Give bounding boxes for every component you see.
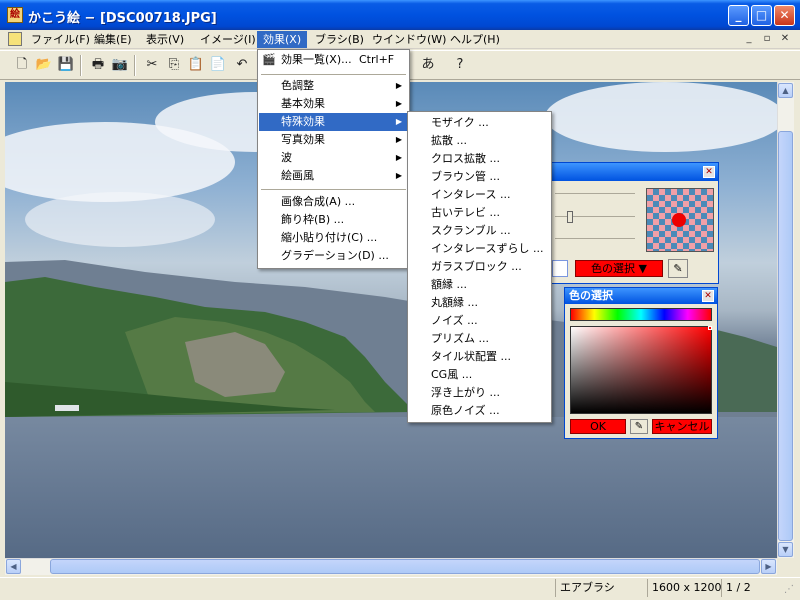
menu-brush[interactable]: ブラシ(B) <box>309 31 370 48</box>
maximize-button[interactable]: □ <box>751 5 772 26</box>
submenu-item-diffuse[interactable]: 拡散 ... <box>409 132 550 150</box>
menu-window[interactable]: ウインドウ(W) <box>366 31 452 48</box>
camera-icon[interactable]: 📷 <box>110 55 130 75</box>
cancel-button[interactable]: キャンセル <box>652 419 712 434</box>
menu-view[interactable]: 表示(V) <box>140 31 190 48</box>
menu-item-gradation[interactable]: グラデーション(D) ... <box>259 247 408 265</box>
status-page: 1 / 2 <box>721 579 781 597</box>
menu-separator <box>261 74 406 75</box>
submenu-arrow-icon: ▶ <box>395 153 402 162</box>
submenu-arrow-icon: ▶ <box>395 171 402 180</box>
slider-track[interactable] <box>555 193 635 194</box>
submenu-item-emboss[interactable]: 浮き上がり ... <box>409 384 550 402</box>
paste-new-icon[interactable]: 📄 <box>208 55 228 75</box>
slider-thumb[interactable] <box>567 211 573 223</box>
new-file-icon[interactable]: 🗋 <box>12 55 32 75</box>
menu-item-image-composite[interactable]: 画像合成(A) ... <box>259 193 408 211</box>
submenu-item-cg-style[interactable]: CG風 ... <box>409 366 550 384</box>
mdi-restore-icon[interactable]: ▫ <box>760 33 774 46</box>
menu-separator <box>261 189 406 190</box>
vertical-scroll-thumb[interactable] <box>778 131 793 541</box>
menu-item-color-adjust[interactable]: 色調整 ▶ <box>259 77 408 95</box>
color-picker-cursor[interactable] <box>708 326 712 330</box>
submenu-arrow-icon: ▶ <box>395 135 402 144</box>
submenu-item-frame[interactable]: 額縁 ... <box>409 276 550 294</box>
minimize-button[interactable]: _ <box>728 5 749 26</box>
color-swatch-box[interactable] <box>552 260 568 277</box>
color-eyedropper-icon[interactable]: ✎ <box>630 419 648 434</box>
submenu-item-scramble[interactable]: スクランブル ... <box>409 222 550 240</box>
scroll-up-icon[interactable]: ▲ <box>778 83 793 98</box>
menu-edit[interactable]: 編集(E) <box>88 31 138 48</box>
submenu-item-interlace[interactable]: インタレース ... <box>409 186 550 204</box>
menu-effects[interactable]: 効果(X) <box>257 31 308 48</box>
menu-help[interactable]: ヘルプ(H) <box>444 31 506 48</box>
submenu-item-primary-noise[interactable]: 原色ノイズ ... <box>409 402 550 420</box>
scroll-down-icon[interactable]: ▼ <box>778 542 793 557</box>
open-folder-icon[interactable]: 📂 <box>34 55 54 75</box>
submenu-item-noise[interactable]: ノイズ ... <box>409 312 550 330</box>
scroll-right-icon[interactable]: ▶ <box>761 559 776 574</box>
mdi-minimize-icon[interactable]: _ <box>742 33 756 46</box>
text-tool-icon[interactable]: あ <box>418 55 438 75</box>
menu-item-basic-effects[interactable]: 基本効果 ▶ <box>259 95 408 113</box>
menu-file[interactable]: ファイル(F) <box>25 31 96 48</box>
copy-icon[interactable]: ⎘ <box>164 55 184 75</box>
submenu-item-old-tv[interactable]: 古いテレビ ... <box>409 204 550 222</box>
color-select-dropdown[interactable]: 色の選択 ▼ <box>575 260 663 277</box>
submenu-item-tile[interactable]: タイル状配置 ... <box>409 348 550 366</box>
saturation-value-picker[interactable] <box>570 326 712 414</box>
paste-icon[interactable]: 📋 <box>186 55 206 75</box>
brush-dot <box>672 213 686 227</box>
slider-track[interactable] <box>555 238 635 239</box>
menu-image[interactable]: イメージ(I) <box>194 31 262 48</box>
submenu-arrow-icon: ▶ <box>395 81 402 90</box>
menu-item-shrink-paste[interactable]: 縮小貼り付け(C) ... <box>259 229 408 247</box>
submenu-arrow-icon: ▶ <box>395 117 402 126</box>
app-icon: 絵 <box>7 7 23 23</box>
color-dialog-title[interactable]: 色の選択 <box>565 288 717 304</box>
submenu-arrow-icon: ▶ <box>395 99 402 108</box>
ok-button[interactable]: OK <box>570 419 626 434</box>
submenu-item-crt[interactable]: ブラウン管 ... <box>409 168 550 186</box>
help-icon[interactable]: ? <box>450 55 470 75</box>
menu-item-frame[interactable]: 飾り枠(B) ... <box>259 211 408 229</box>
print-icon[interactable]: 🖶 <box>88 55 108 75</box>
toolbar-separator <box>134 55 136 76</box>
status-image-size: 1600 x 1200 <box>647 579 722 597</box>
submenu-item-mosaic[interactable]: モザイク ... <box>409 114 550 132</box>
toolbar-separator <box>80 55 82 76</box>
horizontal-scroll-thumb[interactable] <box>50 559 760 574</box>
status-brush: エアブラシ <box>555 579 647 597</box>
mdi-close-icon[interactable]: ✕ <box>778 33 792 46</box>
window-title: かこう絵 − [DSC00718.JPG] <box>28 11 217 26</box>
resize-grip-icon[interactable]: ⋰ <box>784 584 798 598</box>
submenu-item-round-frame[interactable]: 丸額縁 ... <box>409 294 550 312</box>
brush-palette-titlebar[interactable] <box>549 163 718 181</box>
document-icon[interactable] <box>8 32 22 46</box>
submenu-item-interlace-shift[interactable]: インタレースずらし ... <box>409 240 550 258</box>
hue-bar[interactable] <box>570 308 712 321</box>
cut-icon[interactable]: ✂ <box>142 55 162 75</box>
menu-item-shortcut: Ctrl+F <box>359 53 395 66</box>
submenu-item-prism[interactable]: プリズム ... <box>409 330 550 348</box>
menu-item-special-effects[interactable]: 特殊効果 ▶ <box>259 113 408 131</box>
menu-item-painting-style[interactable]: 絵画風 ▶ <box>259 167 408 185</box>
brush-palette-close-icon[interactable]: ✕ <box>703 166 715 178</box>
submenu-item-cross-diffuse[interactable]: クロス拡散 ... <box>409 150 550 168</box>
scroll-left-icon[interactable]: ◀ <box>6 559 21 574</box>
menu-item-label: 効果一覧(X)... <box>281 53 352 66</box>
menu-item-wave[interactable]: 波 ▶ <box>259 149 408 167</box>
eyedropper-icon[interactable]: ✎ <box>668 259 688 278</box>
undo-icon[interactable]: ↶ <box>232 55 252 75</box>
save-icon[interactable]: 💾 <box>56 55 76 75</box>
submenu-item-glass-block[interactable]: ガラスブロック ... <box>409 258 550 276</box>
color-dialog-close-icon[interactable]: ✕ <box>702 290 714 302</box>
menu-item-effects-list[interactable]: 効果一覧(X)... Ctrl+F <box>259 51 408 69</box>
close-button[interactable]: ✕ <box>774 5 795 26</box>
menu-item-photo-effects[interactable]: 写真効果 ▶ <box>259 131 408 149</box>
